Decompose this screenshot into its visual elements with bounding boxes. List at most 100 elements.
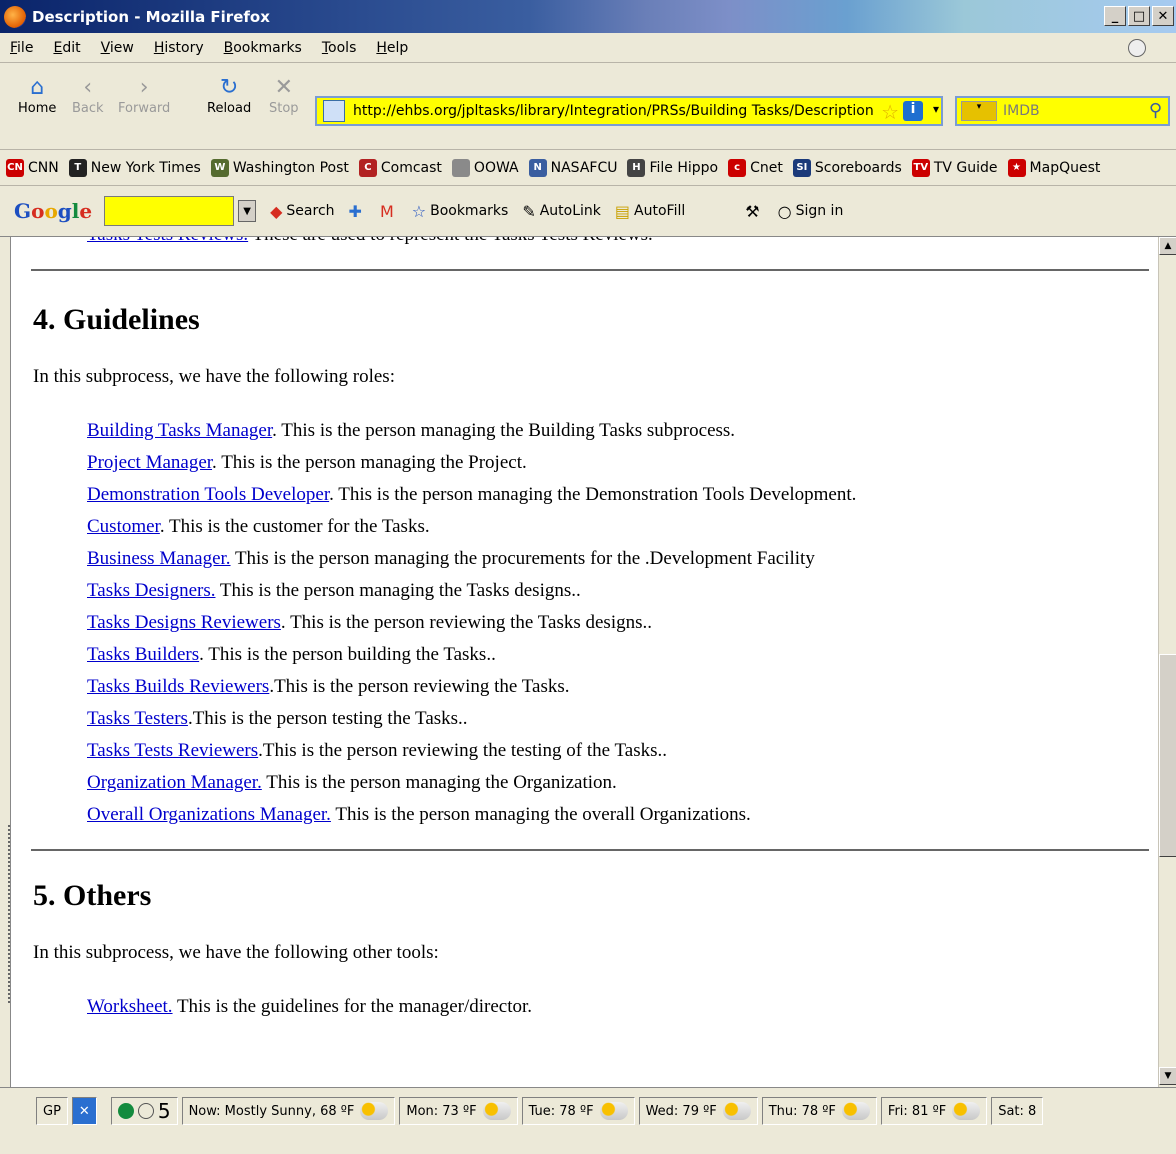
url-text[interactable]: http://ehbs.org/jpltasks/library/Integra…: [353, 103, 873, 119]
scroll-thumb[interactable]: [1159, 654, 1176, 857]
role-link[interactable]: Tasks Designers.: [87, 580, 215, 601]
weather-forecast[interactable]: Tue: 78 ºF: [521, 1097, 635, 1125]
bookmark-cnet[interactable]: c Cnet: [728, 158, 783, 177]
url-bar[interactable]: http://ehbs.org/jpltasks/library/Integra…: [315, 96, 943, 126]
menu-file[interactable]: File: [0, 40, 43, 56]
role-description: .This is the person reviewing the testin…: [258, 740, 668, 761]
menu-help[interactable]: Help: [366, 40, 418, 56]
settings-button[interactable]: ⚒: [745, 202, 763, 221]
role-item: Tasks Tests Reviewers.This is the person…: [11, 735, 1149, 767]
bookmark-scoreboards[interactable]: SI Scoreboards: [792, 158, 902, 177]
bookmark-nasafcu[interactable]: N NASAFCU: [528, 158, 617, 177]
role-link[interactable]: Tasks Designs Reviewers: [87, 612, 281, 633]
role-description: . This is the person managing the Projec…: [212, 452, 527, 473]
role-link[interactable]: Project Manager: [87, 452, 212, 473]
tools-list: Worksheet. This is the guidelines for th…: [11, 991, 1149, 1023]
bookmark-washington-post[interactable]: W Washington Post: [210, 158, 349, 177]
role-link[interactable]: Building Tasks Manager: [87, 420, 272, 441]
signin-button[interactable]: ○ Sign in: [778, 202, 844, 221]
bookmark-tv-guide[interactable]: TV TV Guide: [911, 158, 998, 177]
section4-heading: 4. Guidelines: [33, 303, 200, 336]
wrench-icon: ⚒: [745, 201, 760, 221]
role-link[interactable]: Tasks Testers: [87, 708, 188, 729]
role-link[interactable]: Tasks Tests Reviewers: [87, 740, 258, 761]
weather-forecast[interactable]: Fri: 81 ºF: [880, 1097, 988, 1125]
url-dropdown-icon[interactable]: ▾: [933, 102, 939, 116]
navigation-toolbar: ⌂ Home ‹ Back › Forward ↻ Reload ✕ Stop …: [0, 63, 1176, 149]
bookmark-label: TV Guide: [933, 159, 998, 176]
bookmark-cnn[interactable]: CN CNN: [6, 158, 59, 177]
minimize-button[interactable]: _: [1104, 6, 1126, 26]
weather-forecast[interactable]: Sat: 8: [991, 1097, 1044, 1125]
bookmark-comcast[interactable]: C Comcast: [358, 158, 442, 177]
google-search-button[interactable]: ◆ Search: [270, 202, 334, 221]
autolink-button[interactable]: ✎ AutoLink: [522, 202, 601, 221]
menu-tools[interactable]: Tools: [312, 40, 367, 56]
menu-view[interactable]: View: [91, 40, 144, 56]
gmail-button[interactable]: M: [380, 202, 398, 221]
scroll-up-arrow[interactable]: ▲: [1159, 237, 1176, 255]
google-bookmarks-button[interactable]: ☆ Bookmarks: [412, 202, 509, 221]
bookmark-file-hippo[interactable]: H File Hippo: [627, 158, 718, 177]
role-item: Tasks Builds Reviewers.This is the perso…: [11, 671, 1149, 703]
status-row: GP ✕ 5 Now: Mostly Sunny, 68 ºF Mon: 73 º…: [0, 1094, 1047, 1128]
back-button[interactable]: ‹ Back: [72, 77, 104, 117]
bookmark-oowa[interactable]: OOWA: [451, 158, 519, 177]
weather-forecast[interactable]: Thu: 78 ºF: [761, 1097, 877, 1125]
plus-button[interactable]: ✚: [349, 202, 366, 221]
home-icon: ⌂: [30, 75, 45, 100]
imdb-engine-icon[interactable]: ▾: [961, 101, 997, 121]
role-link[interactable]: Customer: [87, 516, 160, 537]
google-search-label: Search: [286, 203, 335, 219]
forward-button[interactable]: › Forward: [118, 77, 170, 117]
bookmark-star-icon[interactable]: ☆: [881, 100, 899, 124]
role-link[interactable]: Business Manager.: [87, 548, 231, 569]
mapquest-icon: ★: [1007, 158, 1026, 177]
back-label: Back: [72, 101, 104, 116]
menu-history[interactable]: History: [144, 40, 214, 56]
comcast-icon: C: [358, 158, 377, 177]
counter-value: 5: [157, 1099, 171, 1123]
google-search-dropdown[interactable]: ▼: [238, 200, 257, 222]
weather-forecast[interactable]: Now: Mostly Sunny, 68 ºF: [181, 1097, 396, 1125]
role-link[interactable]: Organization Manager.: [87, 772, 262, 793]
search-input[interactable]: [1003, 103, 1143, 119]
autofill-label: AutoFill: [634, 203, 686, 219]
maximize-button[interactable]: □: [1128, 6, 1150, 26]
tvguide-icon: TV: [911, 158, 930, 177]
role-link[interactable]: Tasks Builders: [87, 644, 199, 665]
role-item: Project Manager. This is the person mana…: [11, 447, 1149, 479]
menu-edit[interactable]: Edit: [43, 40, 90, 56]
gp-icon[interactable]: GP: [36, 1097, 68, 1125]
search-icon[interactable]: ⚲: [1149, 100, 1162, 121]
bookmark-new-york-times[interactable]: T New York Times: [68, 158, 201, 177]
weather-text: Mon: 73 ºF: [406, 1103, 477, 1119]
sitemeter-icon[interactable]: ✕: [71, 1097, 97, 1125]
weather-text: Sat: 8: [998, 1103, 1037, 1119]
stop-button[interactable]: ✕ Stop: [269, 77, 299, 117]
reload-button[interactable]: ↻ Reload: [207, 77, 251, 117]
autofill-button[interactable]: ▤ AutoFill: [615, 202, 685, 221]
weather-forecast[interactable]: Mon: 73 ºF: [399, 1097, 518, 1125]
home-button[interactable]: ⌂ Home: [18, 75, 56, 117]
top-item: Tasks Tests Reviews. These are used to r…: [11, 237, 1149, 251]
role-link[interactable]: Overall Organizations Manager.: [87, 804, 331, 825]
info-icon[interactable]: i: [903, 101, 923, 121]
partly-sunny-icon: [482, 1102, 511, 1120]
menu-bookmarks[interactable]: Bookmarks: [214, 40, 312, 56]
role-link[interactable]: Tasks Builds Reviewers: [87, 676, 269, 697]
close-button[interactable]: ✕: [1152, 6, 1174, 26]
tool-link[interactable]: Worksheet.: [87, 996, 173, 1017]
weather-text: Wed: 79 ºF: [645, 1103, 717, 1119]
clock-widget[interactable]: 5: [110, 1097, 178, 1125]
bookmark-label: MapQuest: [1029, 159, 1101, 176]
google-logo[interactable]: Google: [14, 199, 92, 223]
partly-sunny-icon: [841, 1102, 870, 1120]
vertical-scrollbar[interactable]: ▲ ▼: [1158, 237, 1176, 1087]
weather-forecast[interactable]: Wed: 79 ºF: [638, 1097, 758, 1125]
tasks-tests-reviews-link[interactable]: Tasks Tests Reviews.: [87, 237, 248, 245]
scroll-down-arrow[interactable]: ▼: [1159, 1067, 1176, 1085]
role-link[interactable]: Demonstration Tools Developer: [87, 484, 329, 505]
bookmark-mapquest[interactable]: ★ MapQuest: [1007, 158, 1101, 177]
google-search-input[interactable]: [104, 196, 235, 226]
